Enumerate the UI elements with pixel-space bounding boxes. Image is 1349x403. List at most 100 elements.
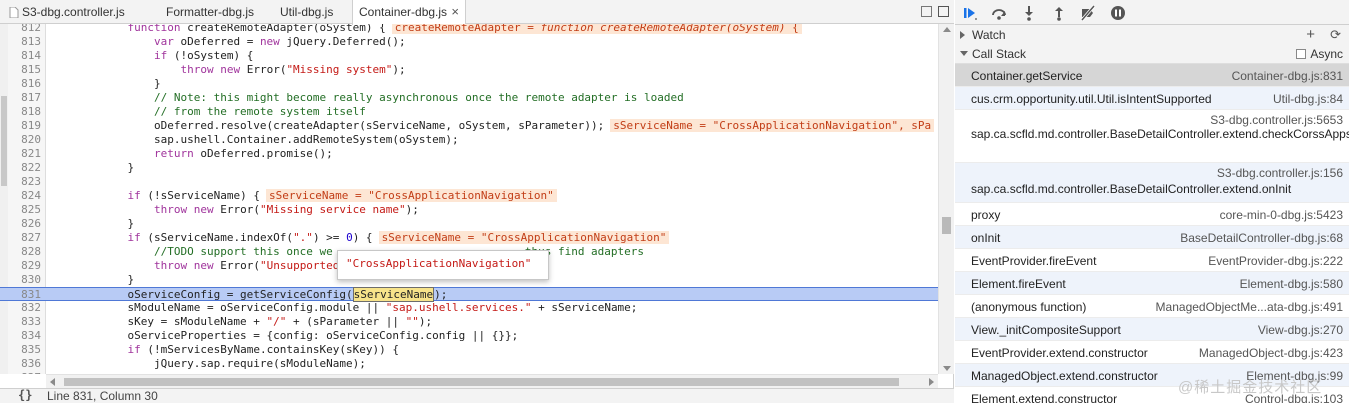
call-frame-location[interactable]: Element-dbg.js:580 bbox=[1240, 277, 1343, 291]
line-number[interactable]: 823 bbox=[0, 175, 41, 189]
code-line[interactable]: 826 } bbox=[0, 217, 938, 231]
line-number[interactable]: 831 bbox=[0, 288, 41, 302]
line-number[interactable]: 832 bbox=[0, 301, 41, 315]
line-number[interactable]: 813 bbox=[0, 35, 41, 49]
line-number[interactable]: 836 bbox=[0, 357, 41, 371]
code-line-current[interactable]: 831 oServiceConfig = getServiceConfig(sS… bbox=[0, 287, 938, 302]
line-number[interactable]: 819 bbox=[0, 119, 41, 133]
code-line[interactable]: 816 } bbox=[0, 77, 938, 91]
line-number[interactable]: 826 bbox=[0, 217, 41, 231]
step-into-icon[interactable] bbox=[1021, 5, 1037, 21]
checkbox-icon[interactable] bbox=[1296, 49, 1307, 59]
step-over-icon[interactable] bbox=[991, 5, 1007, 21]
line-number[interactable]: 812 bbox=[0, 24, 41, 35]
line-number[interactable]: 818 bbox=[0, 105, 41, 119]
line-number[interactable]: 834 bbox=[0, 329, 41, 343]
code-line[interactable]: 813 var oDeferred = new jQuery.Deferred(… bbox=[0, 35, 938, 49]
line-number[interactable]: 815 bbox=[0, 63, 41, 77]
call-frame-location[interactable]: S3-dbg.controller.js:156 bbox=[1217, 166, 1343, 180]
tab-container-dbg[interactable]: Container-dbg.js × bbox=[352, 0, 466, 25]
add-watch-button[interactable]: + bbox=[1306, 25, 1315, 45]
call-frame[interactable]: proxy core-min-0-dbg.js:5423 bbox=[955, 203, 1349, 226]
resume-icon[interactable] bbox=[962, 5, 978, 21]
call-frame-location[interactable]: Container-dbg.js:831 bbox=[1232, 69, 1343, 83]
scroll-left-arrow[interactable] bbox=[50, 378, 55, 386]
call-frame[interactable]: sap.ca.scfld.md.controller.BaseDetailCon… bbox=[955, 163, 1349, 203]
code-line[interactable]: 834 oServiceProperties = {config: oServi… bbox=[0, 329, 938, 343]
refresh-watch-button[interactable]: ⟳ bbox=[1330, 25, 1341, 45]
code-line[interactable]: 822 } bbox=[0, 161, 938, 175]
call-frame[interactable]: (anonymous function) ManagedObjectMe...at… bbox=[955, 295, 1349, 318]
line-number[interactable]: 825 bbox=[0, 203, 41, 217]
watch-section-header[interactable]: Watch + ⟳ bbox=[955, 25, 1349, 45]
line-number[interactable]: 821 bbox=[0, 147, 41, 161]
call-frame[interactable]: EventProvider.fireEvent EventProvider-dbg… bbox=[955, 249, 1349, 272]
line-number[interactable]: 827 bbox=[0, 231, 41, 245]
line-number[interactable]: 824 bbox=[0, 189, 41, 203]
scroll-up-arrow[interactable] bbox=[943, 27, 951, 32]
line-number[interactable]: 816 bbox=[0, 77, 41, 91]
call-frame-location[interactable]: ManagedObject-dbg.js:423 bbox=[1199, 346, 1343, 360]
code-line[interactable]: 832 sModuleName = oServiceConfig.module … bbox=[0, 301, 938, 315]
call-frame-location[interactable]: View-dbg.js:270 bbox=[1258, 323, 1343, 337]
horizontal-scrollbar[interactable] bbox=[46, 374, 938, 388]
hovered-token[interactable]: sServiceName bbox=[352, 287, 435, 302]
line-number[interactable]: 822 bbox=[0, 161, 41, 175]
tab-s3-dbg-controller[interactable]: S3-dbg.controller.js bbox=[9, 0, 146, 24]
code-line[interactable]: 814 if (!oSystem) { bbox=[0, 49, 938, 63]
code-line[interactable]: 818 // from the remote system itself bbox=[0, 105, 938, 119]
callstack-section-header[interactable]: Call Stack Async bbox=[955, 44, 1349, 64]
call-frame[interactable]: Container.getService Container-dbg.js:831 bbox=[955, 64, 1349, 87]
code-line[interactable]: 820 sap.ushell.Container.addRemoteSystem… bbox=[0, 133, 938, 147]
step-out-icon[interactable] bbox=[1051, 5, 1067, 21]
call-frame[interactable]: Element.fireEvent Element-dbg.js:580 bbox=[955, 272, 1349, 295]
call-frame[interactable]: onInit BaseDetailController-dbg.js:68 bbox=[955, 226, 1349, 249]
code-line[interactable]: 821 return oDeferred.promise(); bbox=[0, 147, 938, 161]
line-number[interactable]: 833 bbox=[0, 315, 41, 329]
line-number[interactable]: 830 bbox=[0, 273, 41, 287]
async-checkbox[interactable]: Async bbox=[1296, 44, 1343, 64]
vertical-scrollbar[interactable] bbox=[938, 24, 954, 374]
code-line[interactable]: 823 bbox=[0, 175, 938, 189]
code-line[interactable]: 827 if (sServiceName.indexOf(".") >= 0) … bbox=[0, 231, 938, 245]
deactivate-breakpoints-icon[interactable] bbox=[1080, 5, 1096, 21]
call-frame-location[interactable]: BaseDetailController-dbg.js:68 bbox=[1180, 231, 1343, 245]
call-frame[interactable]: EventProvider.extend.constructor ManagedO… bbox=[955, 341, 1349, 364]
tab-util-dbg[interactable]: Util-dbg.js bbox=[280, 0, 345, 24]
vertical-scrollbar-thumb[interactable] bbox=[942, 217, 951, 234]
line-number[interactable]: 820 bbox=[0, 133, 41, 147]
pretty-print-button[interactable]: {} bbox=[18, 388, 32, 402]
call-frame[interactable]: sap.ca.scfld.md.controller.BaseDetailCon… bbox=[955, 110, 1349, 163]
line-number[interactable]: 814 bbox=[0, 49, 41, 63]
call-frame-location[interactable]: S3-dbg.controller.js:5653 bbox=[1210, 113, 1343, 127]
code-area[interactable]: 812 function createRemoteAdapter(oSystem… bbox=[0, 24, 938, 374]
code-line[interactable]: 824 if (!sServiceName) {sServiceName = "… bbox=[0, 189, 938, 203]
horizontal-scrollbar-thumb[interactable] bbox=[64, 378, 899, 386]
line-number[interactable]: 829 bbox=[0, 259, 41, 273]
close-icon[interactable]: × bbox=[451, 0, 459, 24]
code-line[interactable]: 833 sKey = sModuleName + "/" + (sParamet… bbox=[0, 315, 938, 329]
code-line[interactable]: 836 jQuery.sap.require(sModuleName); bbox=[0, 357, 938, 371]
scroll-right-arrow[interactable] bbox=[929, 378, 934, 386]
call-frame-location[interactable]: Util-dbg.js:84 bbox=[1273, 92, 1343, 106]
line-number[interactable]: 835 bbox=[0, 343, 41, 357]
code-line[interactable]: 835 if (!mServicesByName.containsKey(sKe… bbox=[0, 343, 938, 357]
code-line[interactable]: 812 function createRemoteAdapter(oSystem… bbox=[0, 24, 938, 35]
call-frame[interactable]: View._initCompositeSupport View-dbg.js:27… bbox=[955, 318, 1349, 341]
code-line[interactable]: 815 throw new Error("Missing system"); bbox=[0, 63, 938, 77]
toggle-debugger-icon[interactable] bbox=[921, 6, 932, 17]
call-frame[interactable]: cus.crm.opportunity.util.Util.isIntentSu… bbox=[955, 87, 1349, 110]
call-frame-location[interactable]: core-min-0-dbg.js:5423 bbox=[1220, 208, 1343, 222]
show-debugger-sidebar-icon[interactable] bbox=[938, 6, 949, 17]
call-frame-location[interactable]: ManagedObjectMe...ata-dbg.js:491 bbox=[1156, 300, 1343, 314]
pause-on-exceptions-icon[interactable] bbox=[1110, 5, 1126, 21]
scroll-down-arrow[interactable] bbox=[943, 366, 951, 371]
tab-formatter-dbg[interactable]: Formatter-dbg.js bbox=[166, 0, 276, 24]
code-line[interactable]: 825 throw new Error("Missing service nam… bbox=[0, 203, 938, 217]
line-number[interactable]: 837 bbox=[0, 371, 41, 374]
line-number[interactable]: 828 bbox=[0, 245, 41, 259]
code-line[interactable]: 817 // Note: this might become really as… bbox=[0, 91, 938, 105]
call-frame-location[interactable]: EventProvider-dbg.js:222 bbox=[1208, 254, 1343, 268]
line-number[interactable]: 817 bbox=[0, 91, 41, 105]
code-line[interactable]: 819 oDeferred.resolve(createAdapter(sSer… bbox=[0, 119, 938, 133]
